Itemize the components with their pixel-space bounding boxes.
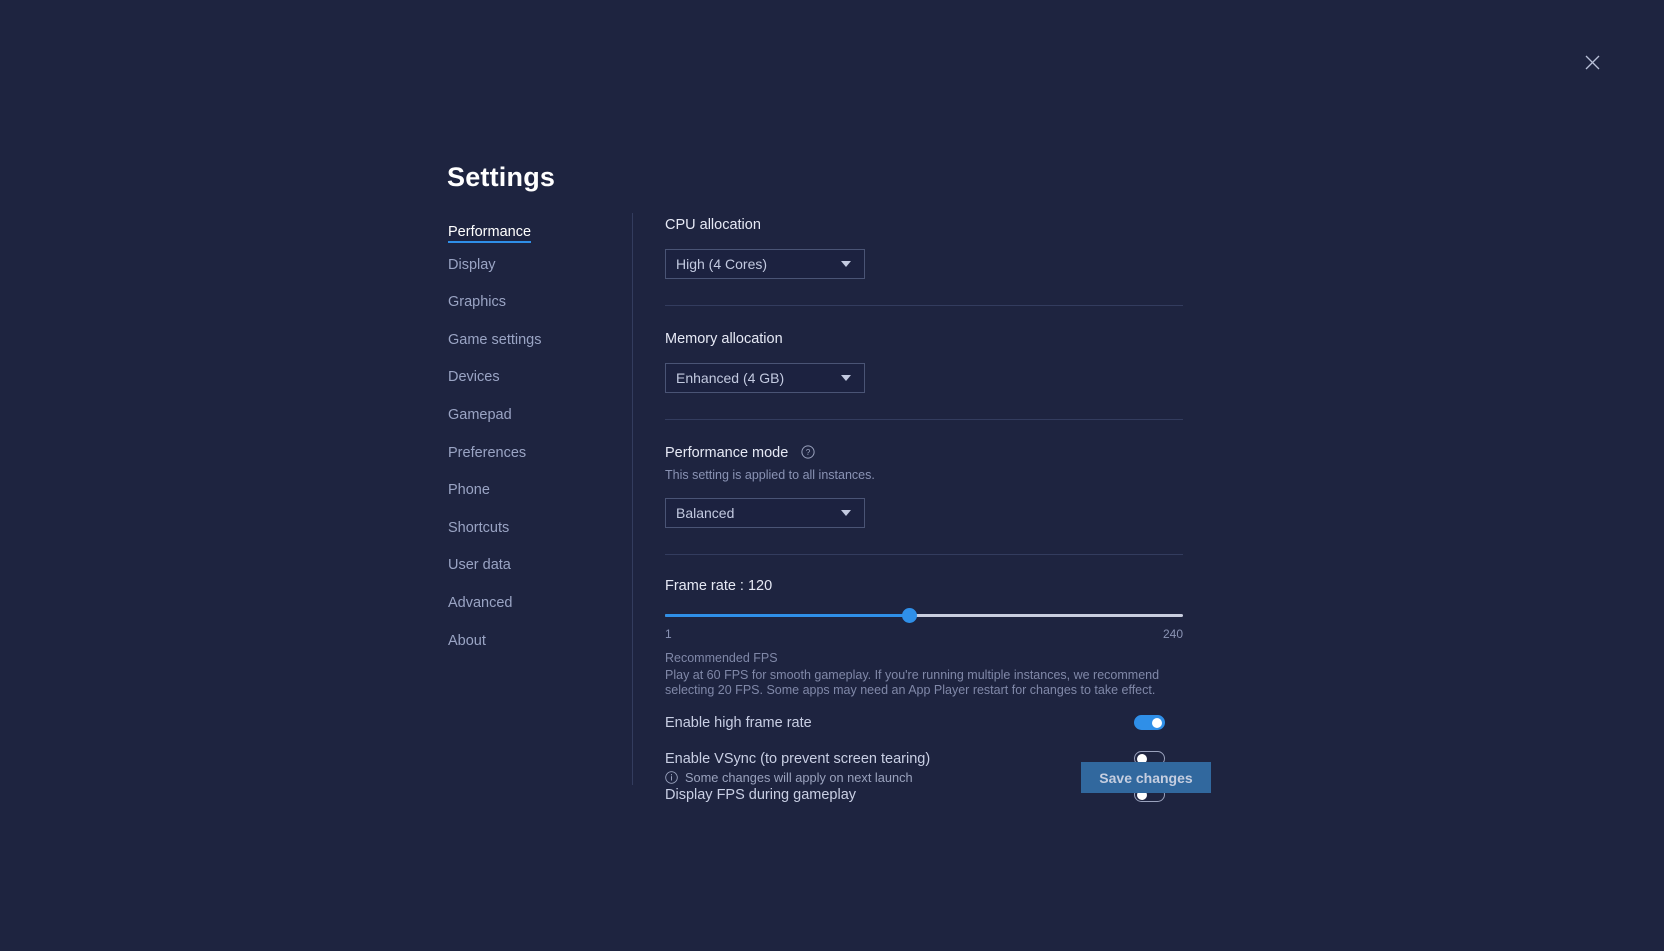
performance-mode-label: Performance mode <box>665 445 788 461</box>
settings-window: Settings Performance Display Graphics Ga… <box>0 0 1664 951</box>
toggle-label-high-frame-rate: Enable high frame rate <box>665 715 812 731</box>
cpu-allocation-group: CPU allocation High (4 Cores) <box>665 215 1183 279</box>
footer-note-text: Some changes will apply on next launch <box>685 770 913 785</box>
content-divider <box>632 213 633 785</box>
sidebar-item-user-data[interactable]: User data <box>448 555 511 576</box>
save-changes-button[interactable]: Save changes <box>1081 762 1211 793</box>
chevron-down-icon <box>841 375 851 381</box>
info-circle-icon-glyph <box>665 771 678 784</box>
frame-rate-slider-thumb[interactable] <box>902 608 917 623</box>
memory-allocation-label: Memory allocation <box>665 329 1183 349</box>
performance-mode-group: Performance mode ? This setting is appli… <box>665 443 1183 528</box>
frame-rate-max-label: 240 <box>1163 627 1183 641</box>
sidebar-item-performance[interactable]: Performance <box>448 222 531 243</box>
sidebar-item-shortcuts[interactable]: Shortcuts <box>448 518 509 539</box>
toggle-row-high-frame-rate: Enable high frame rate <box>665 712 1165 733</box>
chevron-down-icon <box>841 261 851 267</box>
performance-mode-description: This setting is applied to all instances… <box>665 466 1183 484</box>
toggle-high-frame-rate[interactable] <box>1134 715 1165 730</box>
sidebar-item-display[interactable]: Display <box>448 255 496 276</box>
performance-panel: CPU allocation High (4 Cores) Memory all… <box>665 215 1183 805</box>
page-title: Settings <box>447 162 555 193</box>
cpu-allocation-select[interactable]: High (4 Cores) <box>665 249 865 279</box>
sidebar-item-phone[interactable]: Phone <box>448 480 490 501</box>
sidebar-item-about[interactable]: About <box>448 631 486 652</box>
footer-bar: Some changes will apply on next launch S… <box>665 762 1211 793</box>
toggle-knob <box>1152 718 1162 728</box>
performance-mode-label-row: Performance mode ? <box>665 443 1183 463</box>
frame-rate-range: 1 240 <box>665 627 1183 643</box>
recommended-fps-title: Recommended FPS <box>665 651 1183 665</box>
sidebar-item-gamepad[interactable]: Gamepad <box>448 405 512 426</box>
performance-mode-value: Balanced <box>676 505 841 521</box>
question-mark-icon[interactable]: ? <box>801 445 815 459</box>
section-divider-3 <box>665 554 1183 555</box>
close-icon-glyph <box>1584 54 1601 71</box>
frame-rate-slider[interactable] <box>665 607 1183 625</box>
memory-allocation-value: Enhanced (4 GB) <box>676 370 841 386</box>
sidebar-nav: Performance Display Graphics Game settin… <box>448 222 618 668</box>
sidebar-item-devices[interactable]: Devices <box>448 367 500 388</box>
performance-mode-select[interactable]: Balanced <box>665 498 865 528</box>
frame-rate-group: Frame rate : 120 1 240 Recommended FPS P… <box>665 578 1183 697</box>
frame-rate-slider-fill <box>665 614 910 617</box>
cpu-allocation-label: CPU allocation <box>665 215 1183 235</box>
sidebar-item-preferences[interactable]: Preferences <box>448 443 526 464</box>
sidebar-item-advanced[interactable]: Advanced <box>448 593 513 614</box>
question-mark-icon-glyph: ? <box>801 445 815 459</box>
chevron-down-icon <box>841 510 851 516</box>
memory-allocation-group: Memory allocation Enhanced (4 GB) <box>665 329 1183 393</box>
frame-rate-min-label: 1 <box>665 627 672 641</box>
svg-text:?: ? <box>806 448 811 457</box>
sidebar-item-game-settings[interactable]: Game settings <box>448 330 542 351</box>
info-circle-icon <box>665 771 678 784</box>
section-divider-1 <box>665 305 1183 306</box>
cpu-allocation-value: High (4 Cores) <box>676 256 841 272</box>
recommended-fps-body: Play at 60 FPS for smooth gameplay. If y… <box>665 668 1165 697</box>
frame-rate-label: Frame rate : 120 <box>665 578 1183 594</box>
sidebar-item-graphics[interactable]: Graphics <box>448 292 506 313</box>
section-divider-2 <box>665 419 1183 420</box>
footer-note: Some changes will apply on next launch <box>665 770 913 785</box>
close-icon[interactable] <box>1578 48 1606 76</box>
memory-allocation-select[interactable]: Enhanced (4 GB) <box>665 363 865 393</box>
